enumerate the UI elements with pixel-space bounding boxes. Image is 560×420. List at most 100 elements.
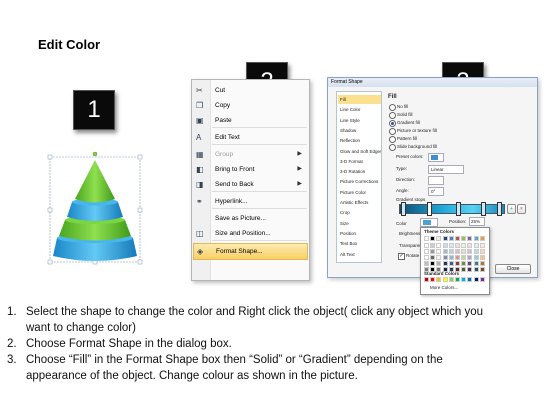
theme-color-swatch[interactable] bbox=[473, 261, 479, 266]
theme-color-swatch[interactable] bbox=[473, 236, 479, 241]
theme-color-swatch[interactable] bbox=[442, 249, 448, 254]
theme-color-swatch[interactable] bbox=[479, 261, 485, 266]
nav-item-picture-color[interactable]: Picture Color bbox=[338, 188, 381, 197]
nav-item-reflection[interactable]: Reflection bbox=[338, 136, 381, 145]
theme-color-swatch[interactable] bbox=[442, 261, 448, 266]
nav-item-fill[interactable]: Fill bbox=[338, 95, 381, 104]
close-button[interactable]: Close bbox=[495, 264, 531, 274]
theme-color-swatch[interactable] bbox=[467, 243, 473, 248]
menu-item-send-to-back[interactable]: ◨ Send to Back ▶ bbox=[193, 177, 308, 192]
theme-color-swatch[interactable] bbox=[436, 236, 442, 241]
fill-radio-pattern-fill[interactable] bbox=[389, 136, 396, 143]
theme-color-swatch[interactable] bbox=[424, 236, 429, 241]
theme-color-swatch[interactable] bbox=[448, 249, 454, 254]
nav-item-picture-corrections[interactable]: Picture Corrections bbox=[338, 177, 381, 186]
preset-colors-dropdown[interactable] bbox=[428, 153, 444, 162]
theme-color-swatch[interactable] bbox=[479, 255, 485, 260]
more-colors-link[interactable]: More Colors... bbox=[430, 285, 458, 290]
theme-color-swatch[interactable] bbox=[479, 243, 485, 248]
standard-color-swatch[interactable] bbox=[473, 277, 479, 282]
add-stop-button[interactable]: + bbox=[507, 204, 516, 214]
theme-color-swatch[interactable] bbox=[430, 255, 436, 260]
theme-color-swatch[interactable] bbox=[461, 261, 467, 266]
theme-color-swatch[interactable] bbox=[461, 255, 467, 260]
theme-color-swatch[interactable] bbox=[455, 236, 460, 241]
color-dropdown[interactable] bbox=[420, 218, 438, 227]
direction-dropdown[interactable] bbox=[428, 176, 444, 185]
theme-color-swatch[interactable] bbox=[436, 255, 442, 260]
pyramid-shape[interactable] bbox=[45, 150, 145, 270]
fill-radio-slide-background-fill[interactable] bbox=[389, 144, 396, 151]
gradient-stop[interactable] bbox=[481, 202, 486, 216]
menu-item-group[interactable]: ▦ Group ▶ bbox=[193, 147, 308, 162]
menu-item-paste[interactable]: ▣ Paste bbox=[193, 113, 308, 128]
fill-radio-no-fill[interactable] bbox=[389, 104, 396, 111]
fill-radio-gradient-fill[interactable] bbox=[389, 120, 396, 127]
menu-item-format-shape[interactable]: ◈ Format Shape... bbox=[193, 243, 308, 260]
nav-item-crop[interactable]: Crop bbox=[338, 208, 381, 217]
menu-item-hyperlink[interactable]: ⚭ Hyperlink... bbox=[193, 194, 308, 209]
theme-color-swatch[interactable] bbox=[473, 249, 479, 254]
theme-color-swatch[interactable] bbox=[467, 249, 473, 254]
menu-item-size-and-position[interactable]: ◫ Size and Position... bbox=[193, 226, 308, 241]
remove-stop-button[interactable]: × bbox=[517, 204, 526, 214]
nav-item-glow-and-soft-edges[interactable]: Glow and Soft Edges bbox=[338, 147, 381, 156]
theme-color-swatch[interactable] bbox=[424, 261, 429, 266]
standard-color-swatch[interactable] bbox=[467, 277, 473, 282]
theme-color-swatch[interactable] bbox=[479, 249, 485, 254]
nav-item-3-d-rotation[interactable]: 3-D Rotation bbox=[338, 167, 381, 176]
gradient-stop[interactable] bbox=[427, 202, 432, 216]
gradient-stops-bar[interactable] bbox=[399, 204, 505, 214]
theme-color-swatch[interactable] bbox=[473, 267, 479, 272]
theme-color-swatch[interactable] bbox=[479, 267, 485, 272]
theme-color-swatch[interactable] bbox=[448, 243, 454, 248]
standard-color-swatch[interactable] bbox=[455, 277, 460, 282]
theme-color-swatch[interactable] bbox=[424, 249, 429, 254]
nav-item-text-box[interactable]: Text Box bbox=[338, 239, 381, 248]
menu-item-bring-to-front[interactable]: ◧ Bring to Front ▶ bbox=[193, 162, 308, 177]
standard-color-swatch[interactable] bbox=[461, 277, 467, 282]
theme-color-swatch[interactable] bbox=[448, 261, 454, 266]
theme-color-swatch[interactable] bbox=[473, 243, 479, 248]
theme-color-swatch[interactable] bbox=[448, 255, 454, 260]
nav-item-alt-text[interactable]: Alt Text bbox=[338, 250, 381, 259]
theme-color-swatch[interactable] bbox=[448, 236, 454, 241]
theme-color-swatch[interactable] bbox=[424, 243, 429, 248]
theme-color-swatch[interactable] bbox=[455, 255, 460, 260]
standard-color-swatch[interactable] bbox=[430, 277, 436, 282]
theme-color-swatch[interactable] bbox=[442, 243, 448, 248]
menu-item-save-as-picture[interactable]: Save as Picture... bbox=[193, 211, 308, 226]
theme-color-swatch[interactable] bbox=[455, 249, 460, 254]
standard-color-swatch[interactable] bbox=[448, 277, 454, 282]
theme-color-swatch[interactable] bbox=[473, 255, 479, 260]
theme-color-swatch[interactable] bbox=[479, 236, 485, 241]
angle-input[interactable]: 0° bbox=[428, 187, 444, 196]
theme-color-swatch[interactable] bbox=[436, 243, 442, 248]
nav-item-3-d-format[interactable]: 3-D Format bbox=[338, 157, 381, 166]
type-select[interactable]: Linear bbox=[428, 165, 464, 174]
theme-color-swatch[interactable] bbox=[430, 236, 436, 241]
standard-color-swatch[interactable] bbox=[424, 277, 429, 282]
rotate-checkbox[interactable]: ✓ bbox=[398, 253, 405, 260]
theme-color-swatch[interactable] bbox=[461, 249, 467, 254]
nav-item-line-style[interactable]: Line Style bbox=[338, 116, 381, 125]
theme-color-swatch[interactable] bbox=[424, 255, 429, 260]
standard-color-swatch[interactable] bbox=[479, 277, 485, 282]
nav-item-artistic-effects[interactable]: Artistic Effects bbox=[338, 198, 381, 207]
position-input[interactable]: 25% bbox=[469, 217, 485, 226]
standard-color-swatch[interactable] bbox=[442, 277, 448, 282]
theme-color-swatch[interactable] bbox=[461, 236, 467, 241]
theme-color-swatch[interactable] bbox=[467, 267, 473, 272]
theme-color-swatch[interactable] bbox=[461, 243, 467, 248]
theme-color-swatch[interactable] bbox=[467, 255, 473, 260]
theme-color-swatch[interactable] bbox=[467, 261, 473, 266]
theme-color-swatch[interactable] bbox=[442, 255, 448, 260]
theme-color-swatch[interactable] bbox=[455, 261, 460, 266]
theme-color-swatch[interactable] bbox=[442, 236, 448, 241]
theme-color-swatch[interactable] bbox=[461, 267, 467, 272]
menu-item-copy[interactable]: ❐ Copy bbox=[193, 98, 308, 113]
theme-color-swatch[interactable] bbox=[436, 249, 442, 254]
theme-color-swatch[interactable] bbox=[430, 261, 436, 266]
nav-item-shadow[interactable]: Shadow bbox=[338, 126, 381, 135]
theme-color-swatch[interactable] bbox=[455, 243, 460, 248]
